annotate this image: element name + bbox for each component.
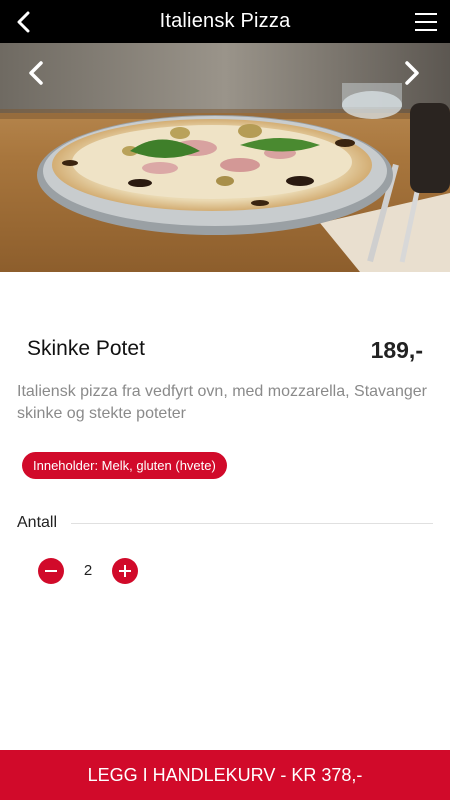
quantity-divider [71,523,433,524]
add-to-cart-button[interactable]: LEGG I HANDLEKURV - KR 378,- [0,750,450,800]
chevron-left-icon [17,11,30,33]
menu-button[interactable] [412,8,440,36]
minus-icon [45,570,57,572]
quantity-label: Antall [17,514,58,531]
quantity-value: 2 [83,562,93,579]
product-description: Italiensk pizza fra vedfyrt ovn, med moz… [17,383,427,422]
decrease-quantity-button[interactable] [38,558,64,584]
top-bar: Italiensk Pizza [0,0,450,43]
previous-image-button[interactable] [20,55,52,91]
product-name: Skinke Potet [27,337,145,360]
plus-icon [119,565,131,577]
pizza-photo [0,43,450,272]
product-image [0,43,450,272]
chevron-right-icon [405,61,419,85]
back-button[interactable] [10,8,38,36]
product-price: 189,- [370,337,423,363]
chevron-left-icon [29,61,43,85]
hamburger-menu-icon [415,13,437,31]
increase-quantity-button[interactable] [112,558,138,584]
product-detail-screen: Italiensk Pizza Skinke Potet 189,- Itali… [0,0,450,800]
page-title: Italiensk Pizza [159,10,291,32]
next-image-button[interactable] [396,55,428,91]
allergen-badge: Inneholder: Melk, gluten (hvete) [22,452,227,479]
